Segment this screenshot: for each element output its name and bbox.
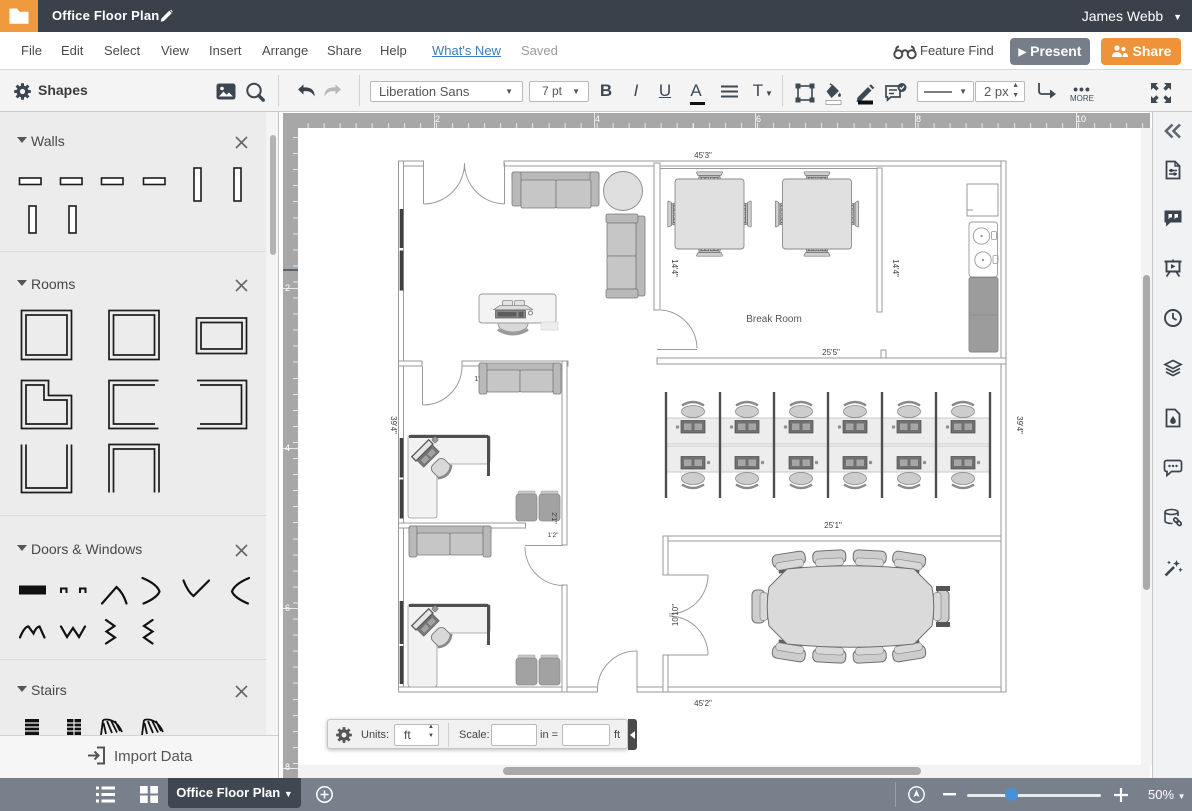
svg-text:14'4": 14'4"	[670, 259, 679, 277]
svg-text:25'5": 25'5"	[822, 348, 840, 357]
svg-text:45'3": 45'3"	[694, 151, 712, 160]
svg-text:1'2": 1'2"	[548, 532, 559, 539]
svg-text:10'10": 10'10"	[671, 604, 680, 626]
svg-text:39'4": 39'4"	[389, 416, 398, 434]
svg-text:25'1": 25'1"	[824, 521, 842, 530]
svg-text:39'4": 39'4"	[1015, 416, 1024, 434]
svg-text:1': 1'	[474, 376, 479, 383]
svg-text:Break Room: Break Room	[746, 314, 802, 325]
svg-text:45'2": 45'2"	[694, 699, 712, 708]
svg-text:2'1": 2'1"	[550, 512, 557, 524]
svg-text:14'4": 14'4"	[891, 259, 900, 277]
